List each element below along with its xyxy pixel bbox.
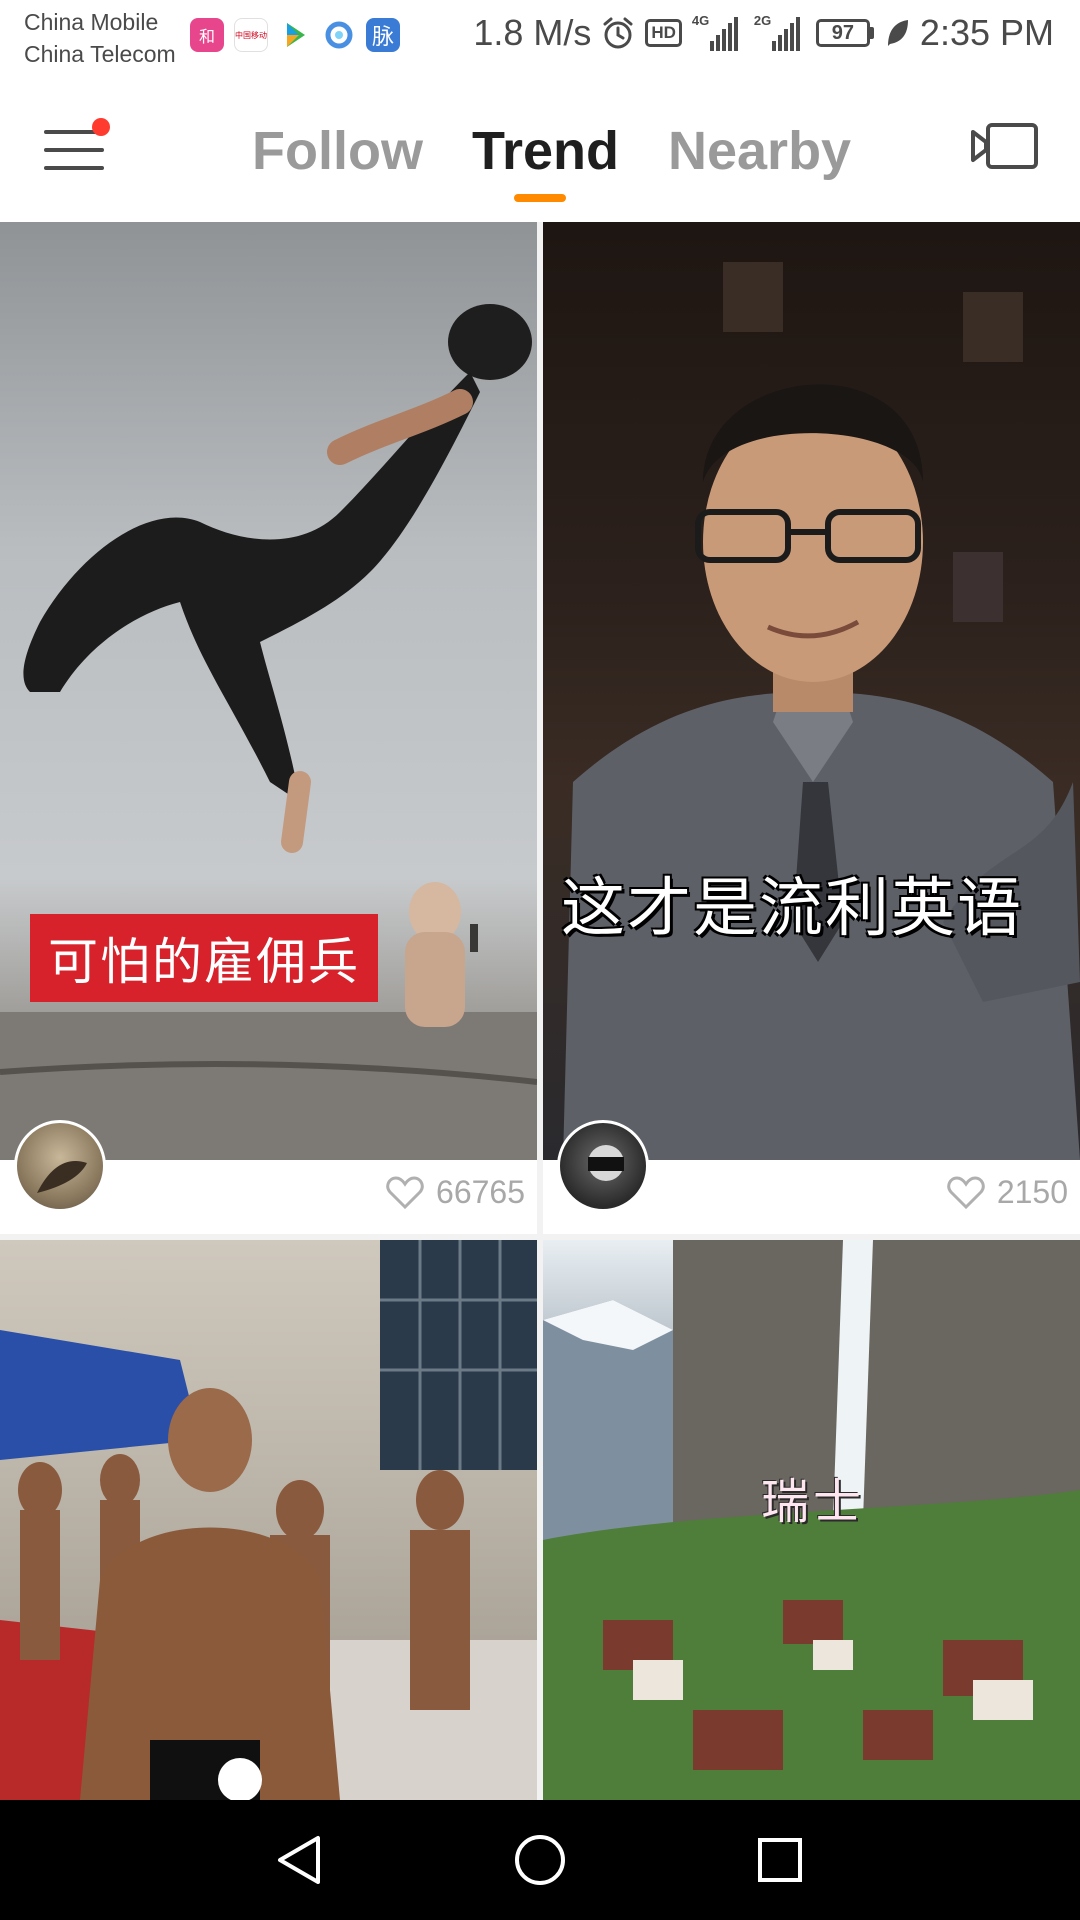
top-navigation: Follow Trend Nearby (0, 72, 1080, 222)
browser-app-icon (322, 18, 356, 52)
like-count[interactable]: 66765 (386, 1174, 525, 1211)
back-button[interactable] (270, 1830, 330, 1890)
video-card[interactable] (0, 1240, 537, 1800)
recents-button[interactable] (750, 1830, 810, 1890)
signal-strength-icon-2: 2G (754, 13, 806, 51)
feed-tabs: Follow Trend Nearby (0, 116, 1080, 206)
video-thumbnail[interactable]: 这才是流利英语 (543, 222, 1080, 1160)
like-count[interactable]: 2150 (947, 1174, 1068, 1211)
status-bar: China Mobile China Telecom 和 中国移动 脉 1.8 … (0, 0, 1080, 72)
video-thumbnail[interactable] (0, 1240, 537, 1800)
system-navigation-bar (0, 1800, 1080, 1920)
clock: 2:35 PM (919, 12, 1054, 53)
video-app-icon (278, 18, 312, 52)
carrier-1: China Mobile (24, 9, 159, 35)
heart-icon (386, 1175, 424, 1209)
video-camera-icon (971, 123, 1038, 169)
video-thumbnail[interactable]: 瑞士 (543, 1240, 1080, 1800)
home-button[interactable] (510, 1830, 570, 1890)
like-count-value: 2150 (996, 1174, 1068, 1210)
thumbnail-image (0, 304, 537, 1160)
recents-icon (758, 1838, 802, 1882)
video-card[interactable]: 这才是流利英语 2150 (543, 222, 1080, 1234)
maimai-app-icon: 脉 (366, 18, 400, 52)
author-avatar[interactable] (557, 1120, 649, 1212)
back-icon (278, 1836, 320, 1884)
battery-icon: 97 (815, 19, 874, 47)
network-speed: 1.8 M/s (473, 12, 592, 53)
app-icon-pink: 和 (190, 18, 224, 52)
active-tab-indicator (514, 194, 566, 202)
thumbnail-image (0, 1240, 537, 1800)
tab-trend[interactable]: Trend (472, 116, 619, 186)
video-caption: 这才是流利英语 (561, 872, 1023, 946)
video-card[interactable]: 瑞士 (543, 1240, 1080, 1800)
heart-icon (947, 1175, 985, 1209)
notification-app-icons: 和 中国移动 脉 (190, 18, 400, 52)
battery-level: 97 (815, 19, 870, 47)
china-mobile-app-icon: 中国移动 (234, 18, 268, 52)
carrier-info: China Mobile China Telecom (24, 6, 176, 70)
home-icon (515, 1835, 565, 1885)
thumbnail-image (563, 262, 1080, 1160)
tab-nearby[interactable]: Nearby (668, 116, 851, 186)
author-avatar[interactable] (14, 1120, 106, 1212)
like-count-value: 66765 (436, 1174, 525, 1210)
signal-strength-icon-1: 4G (692, 13, 744, 51)
tab-follow[interactable]: Follow (252, 116, 423, 186)
video-caption: 瑞士 (761, 1474, 866, 1530)
camera-button[interactable] (970, 122, 1040, 170)
video-thumbnail[interactable]: 可怕的雇佣兵 (0, 222, 537, 1160)
video-feed: 可怕的雇佣兵 66765 这才是流利英语 2150 瑞士 (0, 222, 1080, 1800)
power-saving-leaf-icon (884, 18, 910, 48)
video-card[interactable]: 可怕的雇佣兵 66765 (0, 222, 537, 1234)
hd-voice-icon: HD (645, 19, 682, 47)
carrier-2: China Telecom (24, 41, 176, 67)
alarm-icon (601, 16, 635, 50)
video-caption: 可怕的雇佣兵 (30, 914, 378, 1002)
